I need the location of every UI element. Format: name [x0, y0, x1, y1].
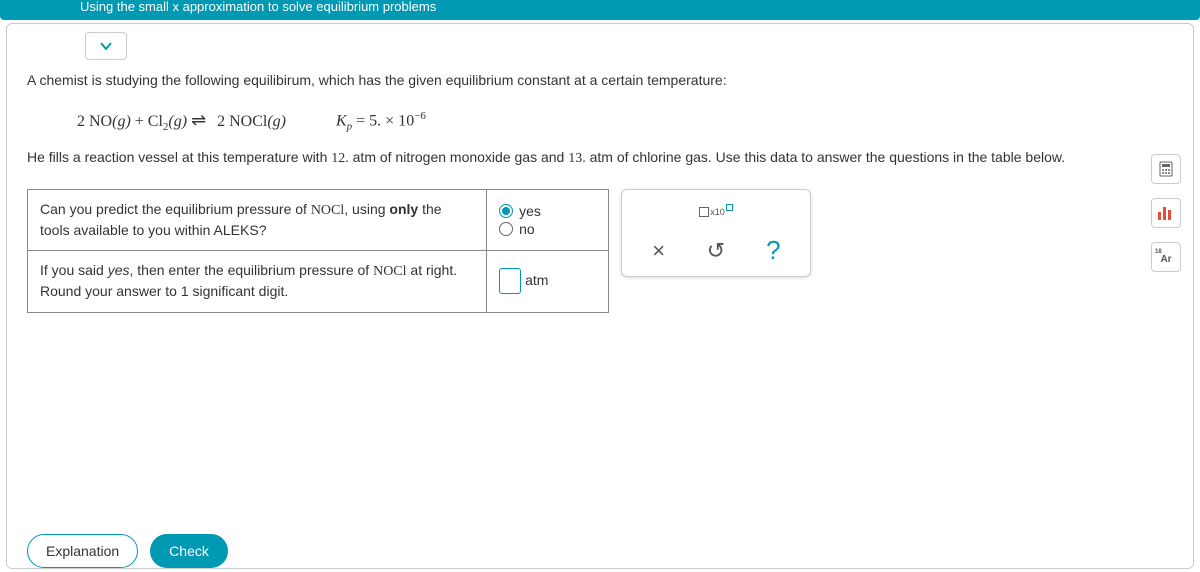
radio-icon [499, 204, 513, 218]
lesson-header: Using the small x approximation to solve… [0, 0, 1200, 20]
pressure-input[interactable] [499, 268, 521, 294]
radio-no[interactable]: no [499, 221, 596, 237]
clear-button[interactable]: × [643, 238, 675, 264]
table-row: If you said yes, then enter the equilibr… [28, 251, 609, 312]
equilibrium-arrows-icon [191, 110, 213, 131]
table-zone: Can you predict the equilibrium pressure… [27, 189, 1173, 312]
sci-notation-button[interactable]: x10 [699, 204, 733, 219]
input-tool-panel: x10 × ↺ ? [621, 189, 811, 277]
box-icon [699, 207, 709, 217]
calculator-button[interactable] [1151, 154, 1181, 184]
radio-yes[interactable]: yes [499, 203, 596, 219]
help-button[interactable]: ? [757, 235, 789, 266]
main-panel: A chemist is studying the following equi… [6, 23, 1194, 569]
intro-text: A chemist is studying the following equi… [27, 72, 1173, 88]
bar-chart-icon [1157, 206, 1175, 220]
description: He fills a reaction vessel at this tempe… [27, 147, 1173, 169]
question-table: Can you predict the equilibrium pressure… [27, 189, 609, 312]
data-button[interactable] [1151, 198, 1181, 228]
chevron-down-icon [98, 38, 114, 54]
collapse-button[interactable] [85, 32, 127, 60]
content: A chemist is studying the following equi… [7, 24, 1193, 313]
explanation-button[interactable]: Explanation [27, 534, 138, 568]
kp-value: Kp = 5. × 10−6 [336, 110, 426, 133]
equation: 2 NO(g) + Cl2(g) 2 NOCl(g) [77, 110, 286, 133]
periodic-table-button[interactable]: 18 Ar [1151, 242, 1181, 272]
q2-text: If you said yes, then enter the equilibr… [28, 251, 487, 312]
side-tools: 18 Ar [1151, 154, 1181, 272]
check-button[interactable]: Check [150, 534, 228, 568]
calculator-icon [1158, 161, 1174, 177]
equation-row: 2 NO(g) + Cl2(g) 2 NOCl(g) Kp = 5. × 10−… [27, 102, 1173, 147]
q1-text: Can you predict the equilibrium pressure… [28, 190, 487, 251]
unit-label: atm [525, 272, 548, 288]
exp-box-icon [726, 204, 733, 211]
table-row: Can you predict the equilibrium pressure… [28, 190, 609, 251]
q1-answer: yes no [487, 190, 609, 251]
footer-buttons: Explanation Check [27, 534, 228, 568]
radio-icon [499, 222, 513, 236]
q2-answer: atm [487, 251, 609, 312]
lesson-title: Using the small x approximation to solve… [80, 0, 436, 14]
reset-button[interactable]: ↺ [700, 238, 732, 264]
